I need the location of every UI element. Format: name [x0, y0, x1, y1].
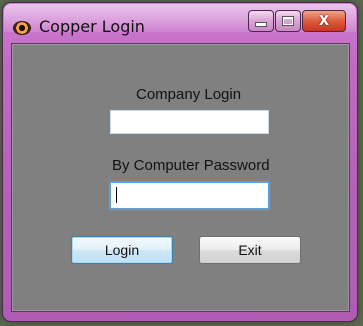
exit-button[interactable]: Exit — [199, 236, 301, 264]
copper-eye-icon[interactable] — [14, 22, 30, 34]
text-caret — [116, 187, 117, 203]
company-login-input[interactable] — [110, 110, 269, 134]
maximize-button[interactable] — [275, 10, 301, 32]
password-input[interactable] — [110, 182, 269, 209]
minimize-icon — [255, 22, 267, 27]
form-client-area: Company Login By Computer Password Login… — [11, 43, 350, 312]
login-button[interactable]: Login — [71, 236, 173, 264]
password-label: By Computer Password — [112, 157, 270, 174]
minimize-button[interactable] — [248, 10, 274, 32]
company-login-label: Company Login — [136, 86, 242, 103]
window-title: Copper Login — [39, 17, 145, 36]
login-window: Copper Login X Company Login By Computer… — [3, 3, 357, 321]
close-button[interactable]: X — [302, 10, 346, 32]
close-icon: X — [318, 13, 330, 29]
caption-buttons: X — [247, 10, 346, 32]
maximize-icon — [282, 16, 294, 26]
